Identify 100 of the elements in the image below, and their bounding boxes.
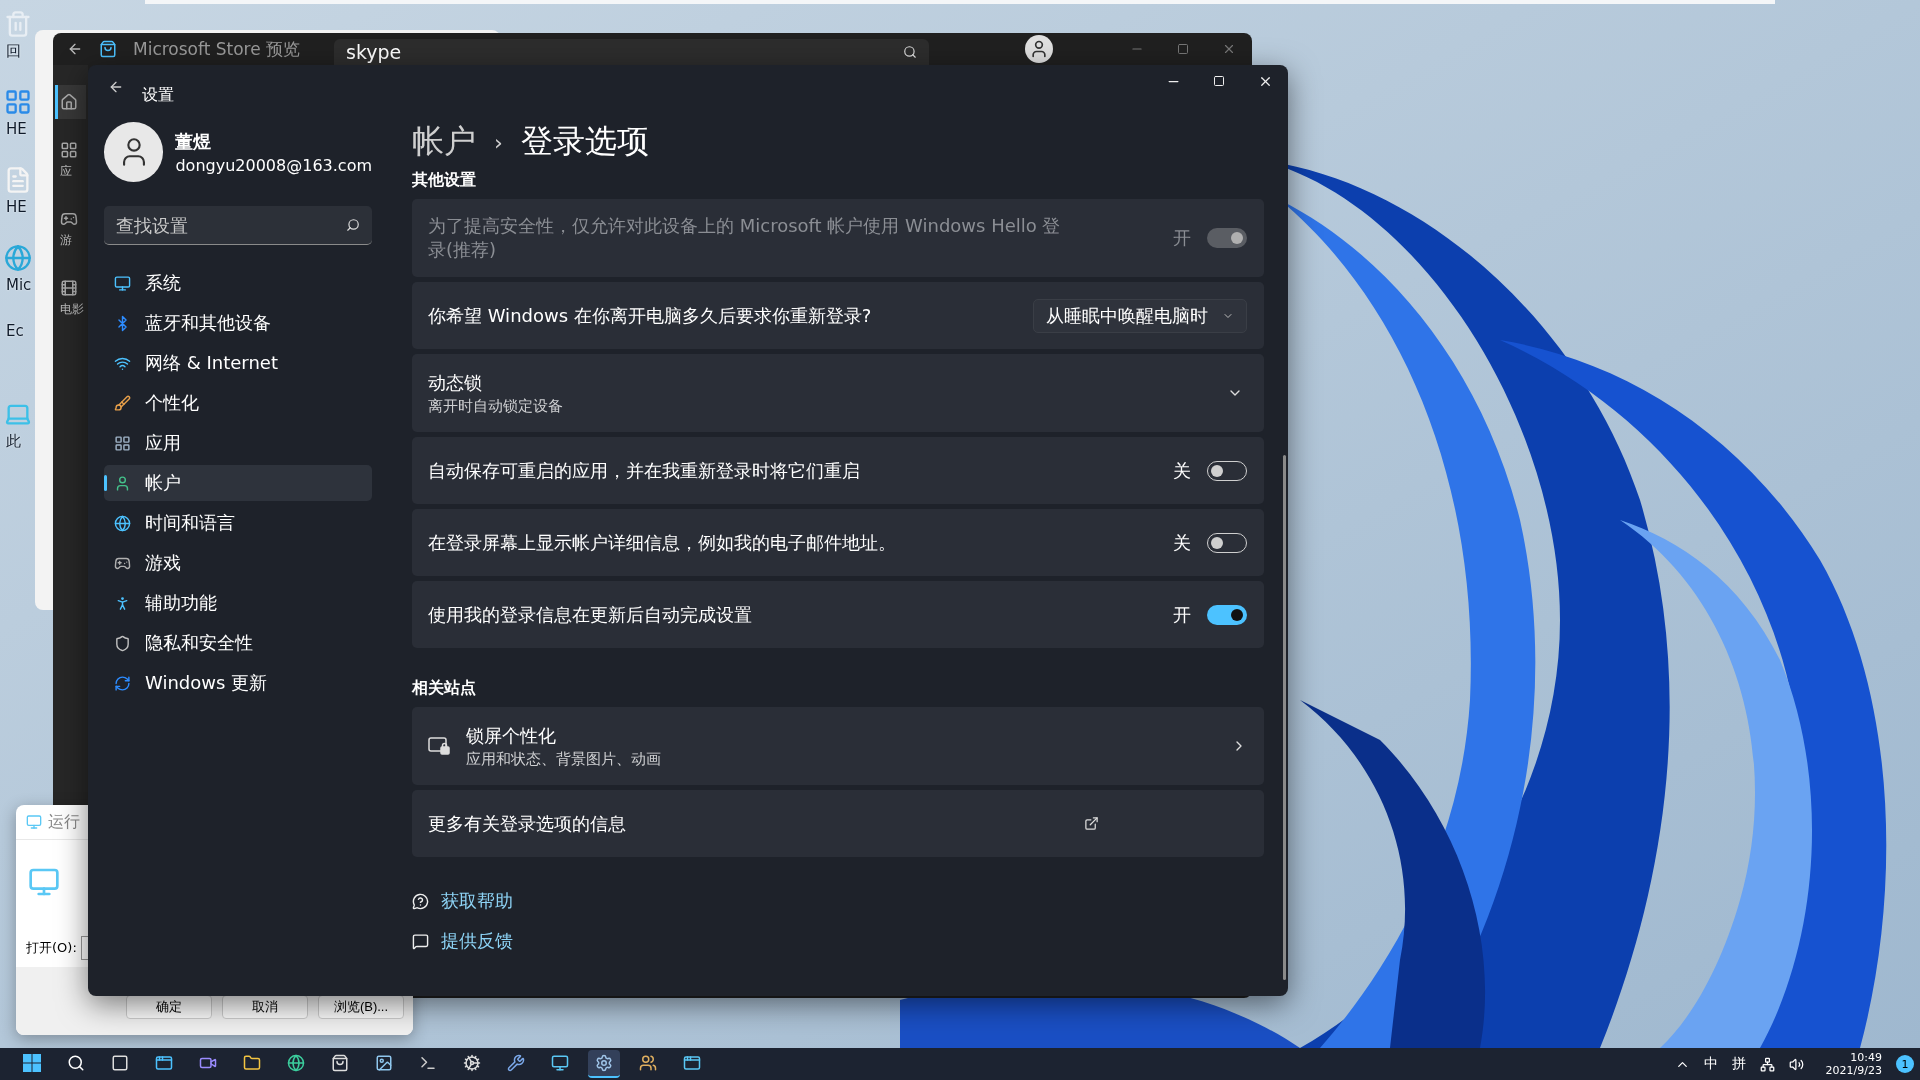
search-field[interactable]: skype [334, 39, 929, 65]
back-icon[interactable] [67, 41, 83, 57]
card-subtitle: 应用和状态、背景图片、动画 [466, 749, 662, 769]
terminal-icon[interactable] [419, 1054, 437, 1072]
nav-item[interactable]: 蓝牙和其他设备 [104, 305, 372, 341]
gear-icon[interactable] [463, 1054, 481, 1072]
window-title: 设置 [142, 85, 174, 106]
nav-item[interactable]: 个性化 [104, 385, 372, 421]
setting-text: 使用我的登录信息在更新后自动完成设置 [428, 602, 753, 627]
desktop-icon-label[interactable]: HE [4, 198, 27, 216]
setting-title: 动态锁 [428, 370, 483, 395]
breadcrumb-item: 登录选项 [520, 121, 649, 162]
film-icon [60, 279, 78, 297]
avatar[interactable] [1025, 35, 1053, 63]
toggle-state: 关 [1173, 458, 1191, 483]
toggle-state: 开 [1173, 602, 1191, 627]
setting-text: 为了提高安全性，仅允许对此设备上的 Microsoft 帐户使用 Windows Hello 登录(推荐) [428, 214, 1062, 262]
search-box[interactable]: 查找设置 [104, 206, 372, 245]
grid-icon [114, 434, 131, 452]
desktop-icon-label[interactable]: Ec [4, 322, 24, 340]
monitor-icon [114, 274, 131, 292]
user-name: 董煜 [175, 129, 213, 154]
volume-icon[interactable] [1788, 1056, 1804, 1072]
image-icon[interactable] [375, 1054, 393, 1072]
toggle-switch[interactable] [1207, 604, 1247, 625]
dropdown[interactable]: 从睡眠中唤醒电脑时 [1033, 298, 1247, 333]
link-card[interactable]: 锁屏个性化 应用和状态、背景图片、动画 [412, 707, 1264, 785]
setting-text: 你希望 Windows 在你离开电脑多久后要求你重新登录? [428, 303, 873, 328]
setting-text: 自动保存可重启的应用，并在我重新登录时将它们重启 [428, 458, 861, 483]
widgets-icon[interactable] [155, 1054, 173, 1072]
search-icon[interactable] [67, 1054, 85, 1072]
folder-icon[interactable] [243, 1054, 261, 1072]
desktop-icon-label[interactable]: 回 [4, 42, 21, 61]
globe-icon[interactable] [287, 1054, 305, 1072]
scrollbar[interactable] [1283, 455, 1286, 980]
input-field[interactable] [80, 936, 88, 960]
setting-text: 在登录屏幕上显示帐户详细信息，例如我的电子邮件地址。 [428, 530, 897, 555]
person-icon [114, 474, 131, 492]
nav-item[interactable]: 时间和语言 [104, 505, 372, 541]
globe-icon [114, 514, 131, 532]
dialog-button[interactable]: 取消 [222, 995, 308, 1019]
external-link-icon [1084, 816, 1099, 831]
breadcrumb-separator: › [494, 129, 503, 155]
notification-badge[interactable]: 1 [1896, 1055, 1914, 1073]
brush-icon [114, 394, 131, 412]
monitor-icon[interactable] [551, 1054, 569, 1072]
open-label: 打开(O): [26, 939, 77, 957]
bag-icon[interactable] [331, 1054, 349, 1072]
window-title: Microsoft Store 预览 [133, 37, 302, 61]
nav-item[interactable]: 网络 & Internet [104, 345, 372, 381]
home-icon [60, 93, 78, 111]
refresh-icon [114, 674, 131, 692]
help-link[interactable]: 提供反馈 [441, 929, 513, 953]
store-nav-item[interactable] [55, 85, 86, 119]
breadcrumb-item[interactable]: 帐户 [412, 120, 476, 164]
card-title: 更多有关登录选项的信息 [428, 811, 627, 836]
section-heading: 其他设置 [412, 170, 477, 191]
help-icon [412, 892, 429, 910]
run-icon [26, 814, 42, 830]
store-nav-item[interactable]: 游 [55, 202, 86, 257]
grid-icon [60, 141, 78, 159]
link-card[interactable]: 更多有关登录选项的信息 [412, 790, 1264, 857]
dialog-button[interactable]: 浏览(B)... [318, 995, 404, 1019]
setting-card[interactable]: 动态锁 离开时自动锁定设备 [412, 354, 1264, 432]
clock[interactable]: 10:49 2021/9/23 [1825, 1051, 1882, 1077]
settings-icon[interactable] [595, 1054, 613, 1072]
window-icon[interactable] [683, 1054, 701, 1072]
toggle-state: 关 [1173, 530, 1191, 555]
search-icon[interactable] [903, 45, 917, 59]
search-icon[interactable] [346, 218, 360, 232]
toggle-state: 开 [1173, 226, 1191, 250]
person-icon [1029, 39, 1049, 59]
nav-item[interactable]: 游戏 [104, 545, 372, 581]
card-title: 锁屏个性化 [466, 723, 557, 748]
nav-item[interactable]: 隐私和安全性 [104, 625, 372, 661]
nav-item[interactable]: 辅助功能 [104, 585, 372, 621]
store-nav-item[interactable]: 应 [55, 133, 86, 188]
nav-item[interactable]: Windows 更新 [104, 665, 372, 701]
desktop-icon-label[interactable]: HE [4, 120, 27, 138]
wrench-icon[interactable] [507, 1054, 525, 1072]
section-heading: 相关站点 [412, 678, 477, 699]
run-icon [28, 866, 60, 898]
shield-icon [114, 634, 131, 652]
store-nav-item[interactable]: 电影 [55, 271, 86, 326]
ime-mode[interactable]: 中 [1703, 1055, 1718, 1073]
nav-item[interactable]: 应用 [104, 425, 372, 461]
windows-icon [23, 1054, 41, 1072]
nav-item[interactable]: 帐户 [104, 465, 372, 501]
help-link[interactable]: 获取帮助 [441, 889, 513, 913]
network-icon[interactable] [1759, 1056, 1775, 1072]
people-icon[interactable] [639, 1054, 657, 1072]
window-icon[interactable] [111, 1054, 129, 1072]
desktop-icon-label[interactable]: 此 [4, 432, 21, 451]
feedback-icon [412, 932, 429, 950]
ime-name[interactable]: 拼 [1731, 1055, 1746, 1073]
nav-item[interactable]: 系统 [104, 265, 372, 301]
desktop-icon-label[interactable]: Mic [4, 276, 32, 294]
dialog-button[interactable]: 确定 [126, 995, 212, 1019]
search-field[interactable]: 查找设置 [114, 213, 318, 237]
lock-screen-icon [428, 736, 450, 756]
